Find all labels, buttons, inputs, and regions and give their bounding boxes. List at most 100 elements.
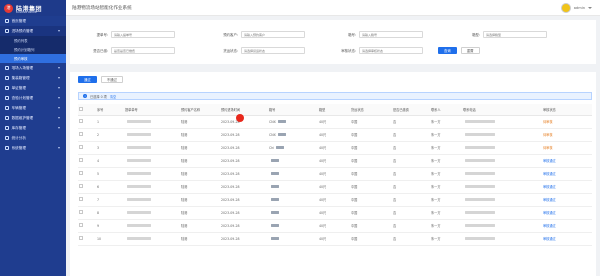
paid-cell-text: 否: [393, 237, 397, 241]
table-row[interactable]: 3 陆港 2023-09-28 Chi 40尺 中国 否 朱一方 待审核: [78, 141, 592, 155]
row-checkbox-cell: [78, 115, 96, 129]
box-number-input[interactable]: [359, 31, 423, 38]
customer-cell: 陆港: [180, 180, 220, 194]
row-number: 3: [96, 141, 124, 155]
paid-cell: 否: [392, 154, 430, 168]
sidebar-item-system[interactable]: 系统管理: [0, 143, 66, 153]
redacted-block: [127, 146, 151, 149]
sidebar-item-reservation[interactable]: 进场预约管理: [0, 26, 66, 36]
app-title: 陆港物流场站智能化作业系统: [72, 6, 132, 11]
table-header-row: 序号 提单单号 预约客户名称 预约进场时间 箱号 箱型 货运状态 是否已缴费 联…: [78, 104, 592, 116]
search-button[interactable]: 查询: [438, 47, 457, 54]
chevron-down-icon[interactable]: [588, 7, 592, 9]
sidebar-item-yard-entry[interactable]: 堆场入场管理: [0, 63, 66, 73]
reset-button[interactable]: 重置: [460, 47, 480, 54]
date-cell-text: 2023-09-28: [221, 197, 240, 202]
table-row[interactable]: 10 陆港 2023-09-28 40尺 中国 否 朱一方 审核通过: [78, 232, 592, 246]
bill-number-cell: [124, 193, 180, 207]
sidebar-item-home[interactable]: 首页管理: [0, 16, 66, 26]
approve-button[interactable]: 通过: [78, 76, 97, 83]
customer-input[interactable]: [241, 31, 305, 38]
column-header[interactable]: 箱型: [318, 104, 350, 116]
sidebar-subitem-reservation-list[interactable]: 预约列表: [0, 36, 66, 45]
column-header[interactable]: 提单单号: [124, 104, 180, 116]
box-type-cell: 40尺: [318, 167, 350, 181]
row-checkbox-cell: [78, 219, 96, 233]
table-row[interactable]: 1 陆港 2023-09-28 CNX 40尺 中国 否 朱一方 待审核: [78, 115, 592, 129]
table-row[interactable]: 9 陆港 2023-09-28 40尺 中国 否 朱一方 审核通过: [78, 219, 592, 233]
redacted-block: [277, 120, 286, 123]
customer-cell: 陆港: [180, 193, 220, 207]
column-header[interactable]: 货运状态: [350, 104, 392, 116]
audit-status-cell: 审核通过: [542, 193, 592, 207]
clear-selection-link[interactable]: 清空: [110, 94, 116, 99]
filter-audit-status: 审核状态:: [328, 47, 423, 54]
sidebar-item-vehicle[interactable]: 车辆管理: [0, 103, 66, 113]
row-checkbox-cell: [78, 141, 96, 155]
column-header[interactable]: 联系人: [430, 104, 462, 116]
reject-button[interactable]: 不通过: [100, 76, 123, 83]
table-row[interactable]: 7 陆港 2023-09-28 40尺 中国 否 朱一方 审核通过: [78, 193, 592, 207]
select-all-checkbox[interactable]: [79, 106, 83, 111]
row-checkbox[interactable]: [79, 223, 83, 227]
redacted-block: [271, 159, 279, 162]
audit-status-select[interactable]: [359, 47, 423, 54]
row-checkbox[interactable]: [79, 119, 83, 123]
table-row[interactable]: 8 陆港 2023-09-28 40尺 中国 否 朱一方 审核通过: [78, 206, 592, 220]
box-type-select[interactable]: [483, 31, 547, 38]
row-checkbox[interactable]: [79, 132, 83, 136]
table-row[interactable]: 5 陆港 2023-09-28 40尺 中国 否 朱一方 审核通过: [78, 167, 592, 181]
column-header[interactable]: 序号: [96, 104, 124, 116]
logo[interactable]: 港 陆港集团 LUGANG GROUP: [0, 0, 66, 16]
filter-label: 提单号:: [96, 33, 108, 37]
sidebar-subitem-reservation-plan[interactable]: 预约计划箱列: [0, 45, 66, 54]
avatar[interactable]: [560, 3, 571, 13]
sidebar-subitem-reservation-audit[interactable]: 预约审核: [0, 54, 66, 63]
sidebar-item-inspection[interactable]: 查验计划管理: [0, 93, 66, 103]
table-row[interactable]: 2 陆港 2023-09-28 CNX 40尺 中国 否 朱一方 待审核: [78, 128, 592, 142]
sidebar-item-data-maintenance[interactable]: 数据维护管理: [0, 113, 66, 123]
column-header[interactable]: 预约进场时间: [220, 104, 268, 116]
selection-count: 已选择 0 项: [90, 94, 107, 99]
cargo-status-select[interactable]: [241, 47, 305, 54]
user-name[interactable]: admin: [574, 6, 585, 10]
redacted-block: [127, 211, 151, 214]
contact-cell: 朱一方: [430, 206, 462, 220]
row-checkbox[interactable]: [79, 197, 83, 201]
user-menu[interactable]: admin: [560, 3, 592, 13]
column-header[interactable]: 是否已缴费: [392, 104, 430, 116]
row-number-text: 5: [97, 171, 100, 176]
row-number-text: 2: [97, 132, 100, 137]
row-checkbox[interactable]: [79, 210, 83, 214]
box-type-cell-text: 40尺: [319, 185, 327, 189]
box-type-cell: 40尺: [318, 128, 350, 142]
row-checkbox[interactable]: [79, 184, 83, 188]
column-header[interactable]: 预约客户名称: [180, 104, 220, 116]
date-cell-text: 2023-09-28: [221, 132, 240, 137]
date-cell-text: 2023-09-28: [221, 210, 240, 215]
sidebar-item-inventory[interactable]: 库存管理: [0, 123, 66, 133]
redacted-block: [271, 237, 279, 240]
date-cell: 2023-09-28: [220, 115, 268, 129]
sidebar-item-documents[interactable]: 单证管理: [0, 83, 66, 93]
date-cell: 2023-09-28: [220, 193, 268, 207]
table-row[interactable]: 4 陆港 2023-09-28 40尺 中国 否 朱一方 审核通过: [78, 154, 592, 168]
box-type-cell-text: 40尺: [319, 133, 327, 137]
column-header[interactable]: 箱号: [268, 104, 318, 116]
column-header[interactable]: 审核状态: [542, 104, 592, 116]
sidebar-item-statistics[interactable]: 统计分析: [0, 133, 66, 143]
row-checkbox[interactable]: [79, 145, 83, 149]
row-checkbox[interactable]: [79, 171, 83, 175]
box-number-cell-text: Chi: [269, 145, 275, 150]
bill-number-input[interactable]: [111, 31, 175, 38]
column-header[interactable]: 联系电话: [462, 104, 542, 116]
paid-select[interactable]: [111, 47, 175, 54]
row-checkbox[interactable]: [79, 236, 83, 240]
row-number: 10: [96, 232, 124, 246]
sidebar-item-container[interactable]: 集装箱管理: [0, 73, 66, 83]
row-checkbox[interactable]: [79, 158, 83, 162]
box-type-cell: 40尺: [318, 115, 350, 129]
sidebar-item-label: 数据维护管理: [11, 115, 34, 120]
redacted-block: [271, 185, 279, 188]
table-row[interactable]: 6 陆港 2023-09-28 40尺 中国 否 朱一方 审核通过: [78, 180, 592, 194]
